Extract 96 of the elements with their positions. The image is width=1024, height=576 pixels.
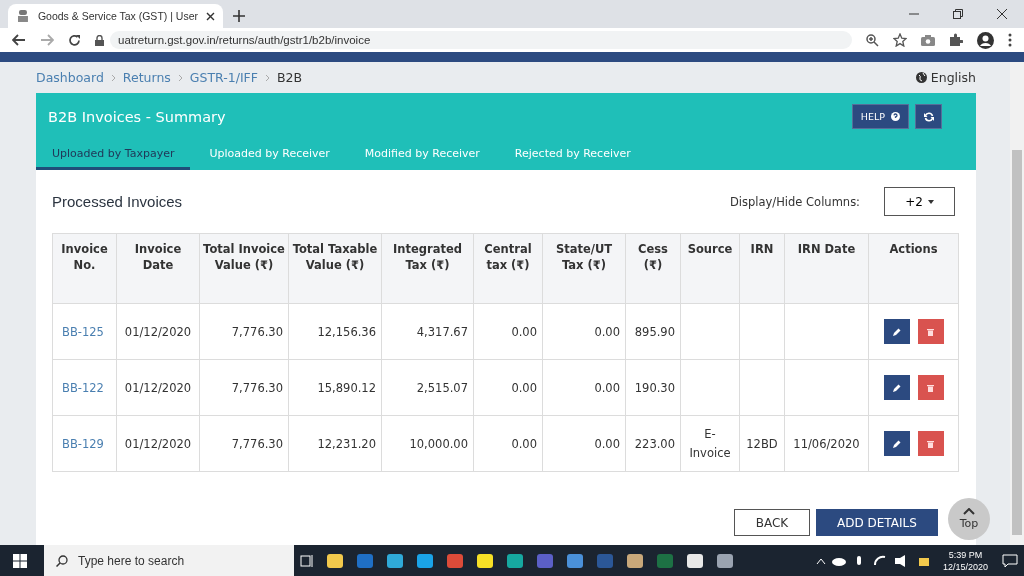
- table-cell: 2,515.07: [416, 380, 468, 395]
- puzzle-icon[interactable]: [949, 33, 963, 47]
- page-title: B2B Invoices - Summary: [48, 108, 227, 125]
- breadcrumb-link[interactable]: Returns: [122, 70, 171, 85]
- reload-icon[interactable]: [68, 33, 81, 47]
- table-cell: 7,776.30: [231, 324, 283, 339]
- edit-button[interactable]: [883, 375, 910, 400]
- scrollbar[interactable]: [1010, 62, 1024, 545]
- table-cell: 0.00: [594, 380, 620, 395]
- pencil-icon: [892, 383, 901, 392]
- caret-icon: [927, 199, 934, 204]
- table-cell: 15,890.12: [317, 380, 376, 395]
- table-cell: 4,317.67: [416, 324, 468, 339]
- menu-icon[interactable]: [1008, 33, 1012, 47]
- address-bar[interactable]: uatreturn.gst.gov.in/returns/auth/gstr1/b2b/invoice: [110, 31, 852, 49]
- pencil-icon: [892, 439, 901, 448]
- columns-dropdown[interactable]: +2: [884, 187, 955, 216]
- clock-date: 12/15/2020: [942, 560, 988, 573]
- scroll-top-button[interactable]: Top: [948, 498, 990, 540]
- camera-icon[interactable]: [921, 34, 935, 46]
- column-header: Total Invoice Value (₹): [203, 242, 285, 272]
- column-header: State/UT Tax (₹): [555, 242, 613, 272]
- chevron-icon: [110, 73, 116, 82]
- table-cell: 7,776.30: [231, 436, 283, 451]
- pencil-icon: [892, 327, 901, 336]
- table-cell: 0.00: [594, 436, 620, 451]
- close-icon[interactable]: [206, 11, 215, 21]
- table-cell: 223.00: [634, 436, 675, 451]
- column-header: Integrated Tax (₹): [393, 242, 462, 272]
- column-header: Source: [687, 242, 733, 256]
- column-header: Cess (₹): [638, 242, 668, 272]
- column-header: IRN Date: [797, 242, 856, 256]
- column-header: Actions: [889, 242, 938, 256]
- profile-icon[interactable]: [977, 31, 994, 49]
- trash-icon: [927, 327, 934, 336]
- column-header: Invoice Date: [134, 242, 182, 272]
- close-icon[interactable]: [997, 9, 1007, 19]
- emblem-icon: [16, 9, 30, 23]
- refresh-button[interactable]: [915, 104, 942, 129]
- chevron-up-icon: [963, 508, 975, 515]
- add-details-button[interactable]: ADD DETAILS: [816, 509, 938, 536]
- table-cell: 12,156.36: [317, 324, 376, 339]
- column-header: Central tax (₹): [484, 242, 532, 272]
- back-button[interactable]: BACK: [734, 509, 810, 536]
- notification-icon[interactable]: [1002, 553, 1018, 568]
- table-cell: 0.00: [594, 324, 620, 339]
- edit-button[interactable]: [883, 319, 910, 344]
- table-cell: 0.00: [511, 436, 537, 451]
- new-tab-icon[interactable]: [233, 10, 245, 22]
- search-icon: [56, 555, 68, 567]
- task-view-icon[interactable]: [300, 553, 314, 568]
- help-button[interactable]: HELP: [851, 104, 909, 129]
- table-cell: 190.30: [634, 380, 675, 395]
- refresh-icon: [923, 111, 934, 122]
- delete-button[interactable]: [917, 375, 944, 400]
- table-cell: 12BD: [746, 436, 778, 451]
- invoice-link[interactable]: BB-122: [62, 380, 104, 395]
- columns-label: Display/Hide Columns:: [729, 194, 860, 209]
- invoice-link[interactable]: BB-125: [62, 324, 104, 339]
- breadcrumb-current: B2B: [277, 70, 303, 85]
- column-header: IRN: [750, 242, 774, 256]
- language-selector[interactable]: English: [930, 70, 976, 85]
- lock-icon: [95, 34, 104, 46]
- edit-button[interactable]: [883, 431, 910, 456]
- breadcrumb-link[interactable]: GSTR-1/IFF: [189, 70, 258, 85]
- chevron-icon: [177, 73, 183, 82]
- table-cell-text: E-Invoice: [688, 425, 732, 462]
- table-cell: 895.90: [634, 324, 675, 339]
- zoom-icon[interactable]: [866, 33, 879, 47]
- chevron-icon: [265, 73, 270, 82]
- browser-tab[interactable]: Goods & Service Tax (GST) | User: [8, 4, 223, 28]
- restore-icon[interactable]: [953, 9, 963, 19]
- table-cell: 01/12/2020: [124, 380, 192, 395]
- invoice-link[interactable]: BB-129: [62, 436, 104, 451]
- delete-button[interactable]: [917, 319, 944, 344]
- table-cell: 01/12/2020: [124, 324, 192, 339]
- trash-icon: [927, 383, 934, 392]
- search-field[interactable]: Type here to search: [44, 545, 294, 576]
- table-cell: 7,776.30: [231, 380, 283, 395]
- table-cell: 0.00: [511, 380, 537, 395]
- windows-logo-icon[interactable]: [13, 553, 27, 568]
- table-cell: 10,000.00: [409, 436, 468, 451]
- table-cell: 0.00: [511, 324, 537, 339]
- table-cell: 11/06/2020: [793, 436, 860, 451]
- clock-time: 5:39 PM: [948, 548, 983, 561]
- column-header: Total Taxable Value (₹): [292, 242, 378, 272]
- back-arrow-icon[interactable]: [12, 34, 26, 46]
- breadcrumb-link[interactable]: Dashboard: [36, 70, 104, 85]
- column-header: Invoice No.: [61, 242, 108, 272]
- table-cell: 01/12/2020: [124, 436, 192, 451]
- table-cell: 12,231.20: [317, 436, 376, 451]
- question-icon: [891, 112, 900, 121]
- section-title: Processed Invoices: [52, 193, 183, 210]
- star-icon[interactable]: [893, 33, 907, 47]
- trash-icon: [927, 439, 934, 448]
- delete-button[interactable]: [917, 431, 944, 456]
